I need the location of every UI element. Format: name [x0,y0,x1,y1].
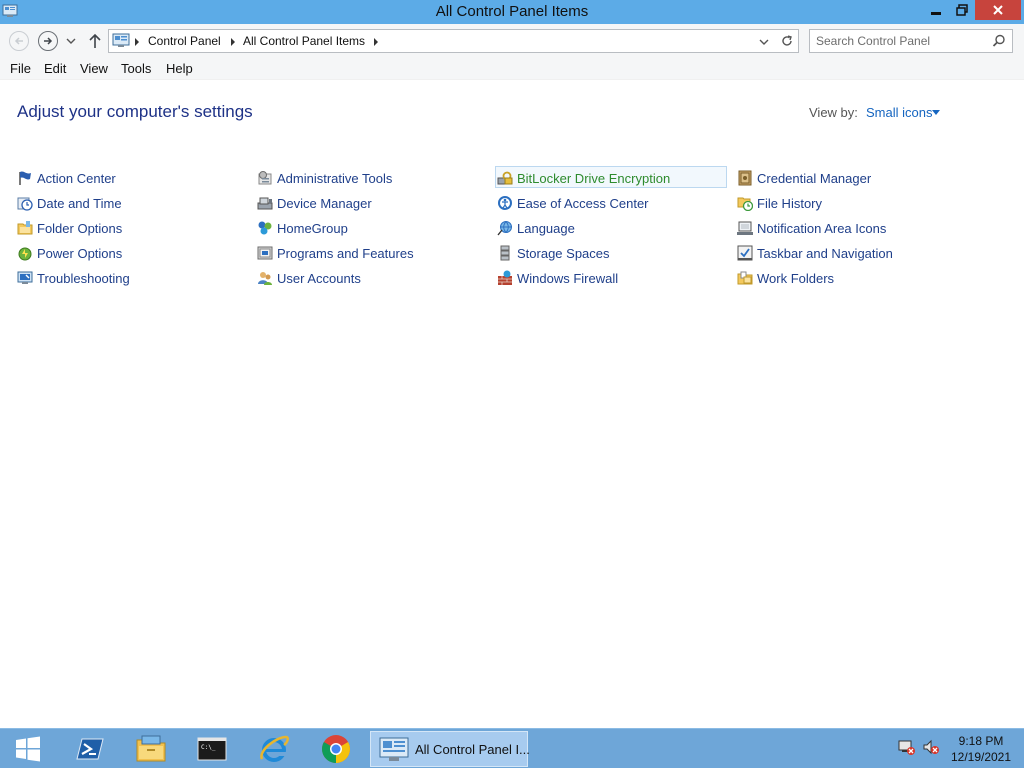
item-language[interactable]: Language [496,217,728,239]
item-folder-options[interactable]: Folder Options [16,217,248,239]
item-credential-manager[interactable]: Credential Manager [736,167,968,189]
item-troubleshooting[interactable]: Troubleshooting [16,267,248,289]
control-panel-icon [112,33,130,47]
start-icon [16,736,40,762]
programs-icon [257,246,273,260]
volume-muted-icon[interactable] [922,739,940,755]
troubleshooting-icon [17,271,33,284]
view-by-dropdown[interactable]: Small icons [866,105,932,120]
admin-tools-icon [258,171,272,185]
menu-file[interactable]: File [10,61,31,76]
minimize-button[interactable] [922,0,949,20]
item-windows-firewall[interactable]: Windows Firewall [496,267,728,289]
taskbar-file-explorer[interactable] [131,731,171,767]
clock-date[interactable]: 12/19/2021 [940,750,1022,764]
breadcrumb-all-items[interactable]: All Control Panel Items [243,34,365,48]
svg-text:C:\_: C:\_ [201,744,216,751]
breadcrumb-separator[interactable] [135,38,139,46]
restore-button[interactable] [949,0,975,20]
page-title: Adjust your computer's settings [17,102,253,121]
breadcrumb-separator[interactable] [374,38,378,46]
taskbar-internet-explorer[interactable] [254,731,294,767]
recent-locations-dropdown-icon[interactable] [66,36,76,46]
flag-icon [19,171,31,185]
chevron-down-icon[interactable] [759,37,769,47]
start-button[interactable] [8,731,48,767]
file-explorer-icon [136,735,166,762]
minimize-icon [930,12,941,15]
firewall-icon [498,270,512,285]
menu-help[interactable]: Help [166,61,193,76]
taskbar-command-prompt[interactable]: C:\_ [192,731,232,767]
address-bar[interactable]: Control Panel All Control Panel Items [108,29,799,53]
item-storage-spaces[interactable]: Storage Spaces [496,242,728,264]
internet-explorer-icon [260,735,289,762]
forward-button[interactable] [38,31,58,51]
arrow-right-icon [44,37,53,45]
close-button[interactable] [975,0,1021,20]
title-bar[interactable]: All Control Panel Items [0,0,1024,24]
clock-icon [17,197,33,211]
breadcrumb-separator[interactable] [231,38,235,46]
up-arrow-icon[interactable] [88,33,102,49]
homegroup-icon [258,221,272,235]
credential-vault-icon [738,170,752,186]
item-bitlocker[interactable]: BitLocker Drive Encryption [495,166,727,188]
item-administrative-tools[interactable]: Administrative Tools [256,167,488,189]
taskbar-control-panel[interactable]: All Control Panel I... [370,731,530,767]
item-device-manager[interactable]: Device Manager [256,192,488,214]
network-warning-icon[interactable] [898,739,916,755]
taskbar-active-label: All Control Panel I... [415,742,530,757]
chrome-icon [322,735,350,763]
item-homegroup[interactable]: HomeGroup [256,217,488,239]
user-accounts-icon [258,272,272,285]
item-ease-of-access[interactable]: Ease of Access Center [496,192,728,214]
item-work-folders[interactable]: Work Folders [736,267,968,289]
search-box[interactable] [809,29,1013,53]
folder-options-icon [17,221,33,235]
search-input[interactable] [816,33,986,49]
device-manager-icon [257,197,273,210]
taskbar: C:\_ All Control Panel I... 9:18 PM 12/1… [0,728,1024,768]
clock-time[interactable]: 9:18 PM [940,734,1022,748]
bitlocker-icon [497,171,513,185]
control-panel-window: Control Panel All Control Panel Items Fi… [0,24,1024,728]
item-user-accounts[interactable]: User Accounts [256,267,488,289]
taskbar-icon [737,245,753,261]
language-icon [497,221,512,236]
view-by-label: View by: [809,105,858,120]
item-date-and-time[interactable]: Date and Time [16,192,248,214]
navigation-bar: Control Panel All Control Panel Items [0,24,1024,58]
back-button[interactable] [9,31,29,51]
item-action-center[interactable]: Action Center [16,167,248,189]
work-folders-icon [737,271,753,285]
breadcrumb-control-panel[interactable]: Control Panel [148,34,221,48]
close-icon [993,5,1003,15]
chevron-down-icon[interactable] [932,110,940,115]
ease-of-access-icon [498,196,512,210]
menu-bar: File Edit View Tools Help [0,58,1024,80]
item-notification-area-icons[interactable]: Notification Area Icons [736,217,968,239]
power-options-icon [18,247,32,261]
control-panel-icon [379,737,409,761]
notification-area-icon [737,221,753,235]
restore-icon [956,4,968,16]
command-prompt-icon: C:\_ [197,737,227,761]
item-power-options[interactable]: Power Options [16,242,248,264]
arrow-left-icon [14,37,23,45]
item-taskbar-and-navigation[interactable]: Taskbar and Navigation [736,242,968,264]
menu-view[interactable]: View [80,61,108,76]
refresh-icon[interactable] [780,34,794,48]
file-history-icon [737,197,753,211]
search-icon[interactable] [992,34,1006,48]
powershell-icon [76,738,104,760]
taskbar-chrome[interactable] [316,731,356,767]
taskbar-powershell[interactable] [70,731,110,767]
item-file-history[interactable]: File History [736,192,968,214]
menu-tools[interactable]: Tools [121,61,151,76]
window-title: All Control Panel Items [435,3,589,20]
menu-edit[interactable]: Edit [44,61,66,76]
item-programs-and-features[interactable]: Programs and Features [256,242,488,264]
storage-spaces-icon [500,245,510,261]
